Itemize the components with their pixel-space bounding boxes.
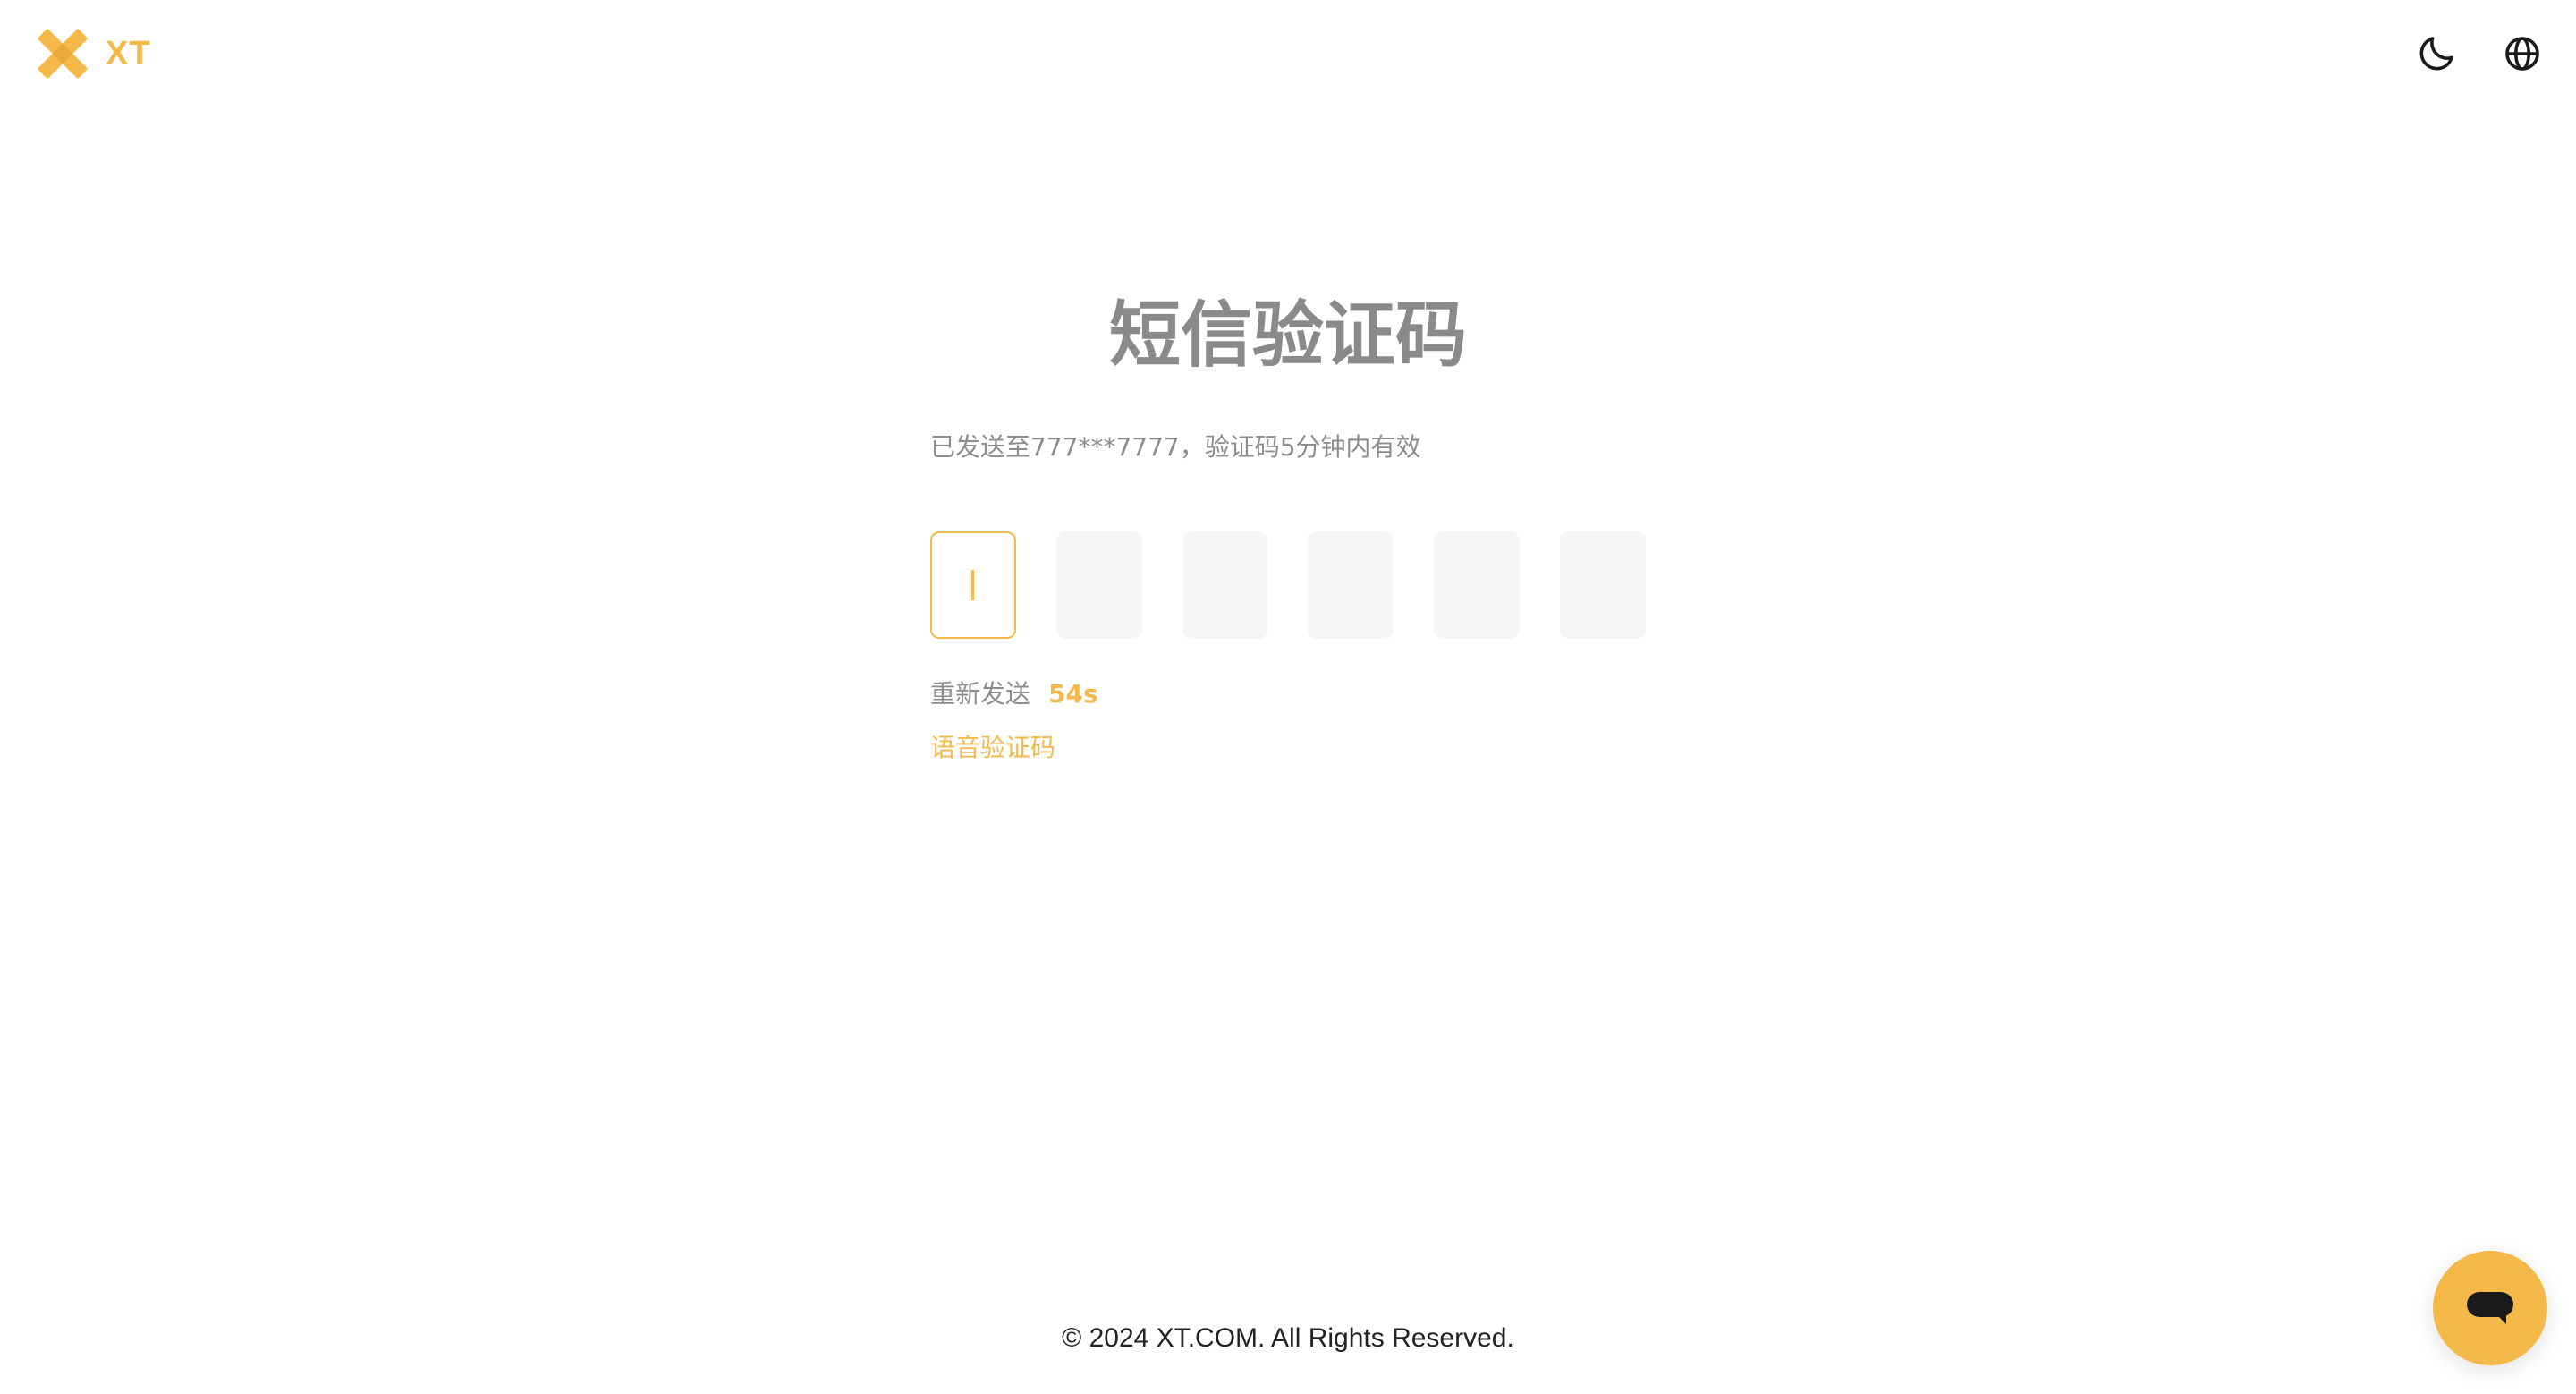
xt-logo[interactable]: XT (36, 27, 151, 81)
support-chat-button[interactable] (2433, 1251, 2547, 1365)
theme-toggle-button[interactable] (2415, 32, 2458, 75)
code-digit-4[interactable] (1308, 531, 1394, 639)
code-digit-3[interactable] (1182, 531, 1268, 639)
resend-label: 重新发送 (930, 679, 1031, 709)
globe-icon (2505, 37, 2539, 71)
code-digit-6[interactable] (1560, 531, 1646, 639)
page-title: 短信验证码 (1109, 293, 1467, 377)
xt-logo-icon (38, 29, 88, 79)
logo-text: XT (106, 34, 151, 72)
code-digit-1[interactable] (930, 531, 1016, 639)
text-caret (971, 570, 975, 600)
resend-row: 重新发送 54s (930, 676, 1646, 712)
code-digit-2[interactable] (1055, 531, 1142, 639)
copyright-footer: © 2024 XT.COM. All Rights Reserved. (1062, 1323, 1514, 1353)
voice-code-link[interactable]: 语音验证码 (930, 730, 1055, 766)
code-digit-5[interactable] (1434, 531, 1521, 639)
verification-panel: 短信验证码 已发送至777***7777，验证码5分钟内有效 重新发送 54s … (930, 286, 1646, 766)
sent-notice: 已发送至777***7777，验证码5分钟内有效 (930, 432, 1421, 462)
language-button[interactable] (2501, 32, 2544, 75)
chat-bubble-icon (2467, 1292, 2513, 1324)
resend-countdown: 54s (1048, 679, 1098, 709)
code-input-group (930, 531, 1646, 639)
moon-icon (2419, 37, 2453, 71)
page: XT 短信验证码 已发送至777***7777，验证码5分钟内有效 重新发送 5… (0, 0, 2576, 1394)
